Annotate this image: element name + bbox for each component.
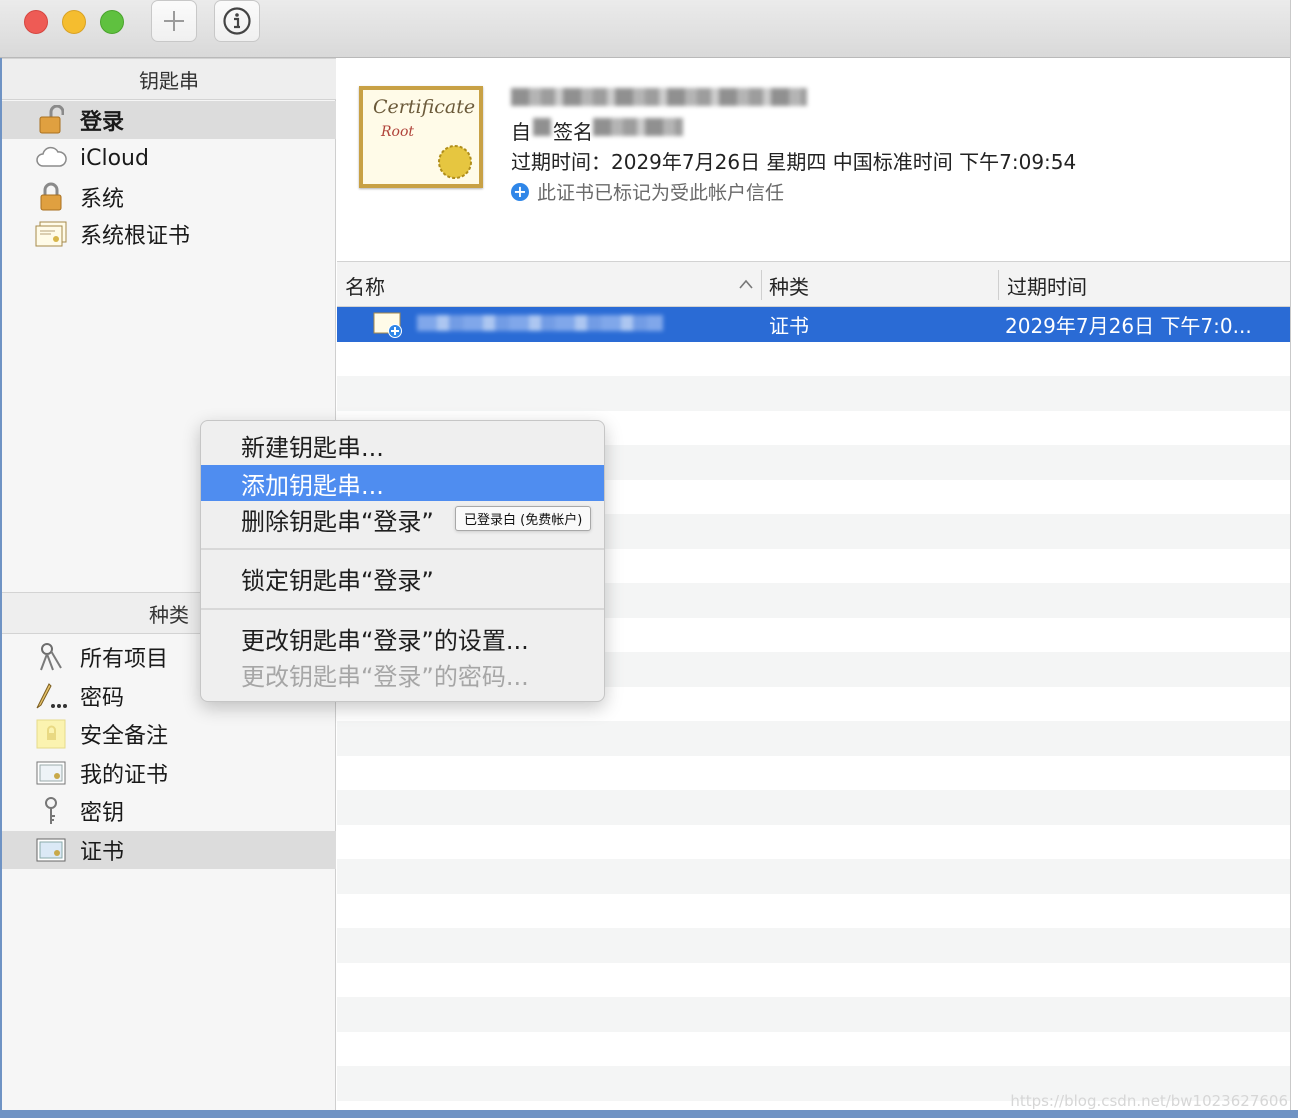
- minimize-window-button[interactable]: [62, 10, 86, 34]
- table-row: [337, 376, 1290, 411]
- column-header-kind[interactable]: 种类: [769, 262, 809, 308]
- sidebar-item-label: 密钥: [80, 801, 125, 826]
- trust-status-text: 此证书已标记为受此帐户信任: [537, 182, 785, 204]
- sidebar-item-label: 登录: [80, 110, 125, 135]
- row-kind: 证书: [769, 313, 809, 338]
- sidebar-item-label: 所有项目: [80, 647, 169, 672]
- certificate-stack-icon: [34, 219, 68, 249]
- table-row-selected[interactable]: 证书 2029年7月26日 下午7:0...: [337, 307, 1290, 342]
- key-icon: [34, 796, 68, 826]
- sidebar-item-icloud[interactable]: iCloud: [2, 139, 336, 177]
- info-icon: [223, 7, 251, 35]
- menu-item-add-keychain[interactable]: 添加钥匙串...: [201, 465, 604, 501]
- account-tooltip: 已登录白 (免费帐户): [455, 506, 592, 531]
- certificate-row-icon: [373, 307, 405, 341]
- keys-icon: [34, 642, 68, 672]
- certificate-large-icon: Certificate Root: [359, 86, 483, 188]
- redacted-certificate-name: [511, 88, 807, 106]
- certificate-icon: [34, 835, 68, 865]
- menu-item-lock-keychain[interactable]: 锁定钥匙串“登录”: [201, 560, 604, 596]
- unlocked-padlock-icon: [34, 105, 68, 135]
- sidebar-item-secure-notes[interactable]: 安全备注: [2, 715, 336, 753]
- window-toolbar: [0, 0, 1290, 58]
- window-bottom-edge: [0, 1110, 1298, 1118]
- sidebar-item-label: 密码: [80, 686, 125, 711]
- sidebar-item-label: 系统根证书: [80, 224, 191, 249]
- self-signed-label: 签名: [553, 120, 593, 144]
- close-window-button[interactable]: [24, 10, 48, 34]
- window-right-edge: [1290, 0, 1298, 1118]
- redacted-issuer-fragment: [533, 118, 551, 136]
- menu-item-change-settings[interactable]: 更改钥匙串“登录”的设置...: [201, 620, 604, 656]
- expiry-date-text: 过期时间：2029年7月26日 星期四 中国标准时间 下午7:09:54: [511, 150, 1077, 174]
- sidebar-item-certificates[interactable]: 证书: [2, 831, 336, 869]
- sidebar-item-my-certificates[interactable]: 我的证书: [2, 754, 336, 792]
- table-row: [337, 825, 1290, 860]
- padlock-icon: [34, 182, 68, 212]
- table-row: [337, 963, 1290, 998]
- sidebar-item-system[interactable]: 系统: [2, 178, 336, 216]
- sidebar-item-label: 系统: [80, 187, 125, 212]
- column-divider[interactable]: [998, 270, 999, 300]
- menu-separator: [201, 548, 604, 550]
- certificate-icon-title: Certificate: [373, 96, 476, 118]
- add-item-button[interactable]: [151, 0, 197, 42]
- column-divider[interactable]: [761, 270, 762, 300]
- redacted-row-name: [417, 315, 663, 331]
- secure-note-icon: [34, 719, 68, 749]
- table-row: [337, 342, 1290, 377]
- table-row: [337, 997, 1290, 1032]
- sidebar-item-label: iCloud: [80, 145, 149, 171]
- table-row: [337, 1032, 1290, 1067]
- zoom-window-button[interactable]: [100, 10, 124, 34]
- column-header-name[interactable]: 名称: [345, 262, 385, 308]
- trust-status: + 此证书已标记为受此帐户信任: [511, 178, 784, 205]
- table-row: [337, 790, 1290, 825]
- cloud-icon: [34, 143, 68, 173]
- sidebar-item-label: 安全备注: [80, 724, 169, 749]
- menu-item-new-keychain[interactable]: 新建钥匙串...: [201, 427, 604, 463]
- certificate-detail-pane: Certificate Root 自 签名 过期时间：2029年7月26日 星期…: [337, 58, 1290, 261]
- plus-badge-icon: +: [511, 182, 529, 201]
- plus-icon: [164, 11, 184, 31]
- table-row: [337, 859, 1290, 894]
- row-expiry: 2029年7月26日 下午7:0...: [1005, 313, 1252, 338]
- table-row: [337, 756, 1290, 791]
- sort-ascending-icon[interactable]: [738, 278, 754, 290]
- sidebar-item-label: 证书: [80, 840, 125, 865]
- keychain-context-menu: 新建钥匙串... 添加钥匙串... 删除钥匙串“登录” 锁定钥匙串“登录” 更改…: [200, 420, 605, 702]
- redacted-issuer-name: [593, 118, 683, 136]
- self-signed-prefix: 自: [511, 120, 531, 144]
- sidebar-item-system-roots[interactable]: 系统根证书: [2, 215, 336, 253]
- menu-separator: [201, 608, 604, 610]
- table-row: [337, 721, 1290, 756]
- watermark: https://blog.csdn.net/bw1023627606: [1010, 1092, 1288, 1110]
- table-row: [337, 894, 1290, 929]
- info-button[interactable]: [214, 0, 260, 42]
- sidebar-item-label: 我的证书: [80, 763, 169, 788]
- gold-seal-icon: [438, 145, 472, 179]
- column-header-expiry[interactable]: 过期时间: [1007, 262, 1087, 308]
- keychains-header: 钥匙串: [2, 58, 336, 100]
- pencil-dots-icon: [34, 681, 68, 711]
- sidebar-item-login[interactable]: 登录: [2, 101, 336, 139]
- table-row: [337, 928, 1290, 963]
- sidebar-item-keys[interactable]: 密钥: [2, 792, 336, 830]
- certificate-icon-subtitle: Root: [381, 124, 415, 140]
- menu-item-change-password: 更改钥匙串“登录”的密码...: [241, 662, 529, 691]
- my-certificate-icon: [34, 758, 68, 788]
- table-header: 名称 种类 过期时间: [337, 261, 1290, 307]
